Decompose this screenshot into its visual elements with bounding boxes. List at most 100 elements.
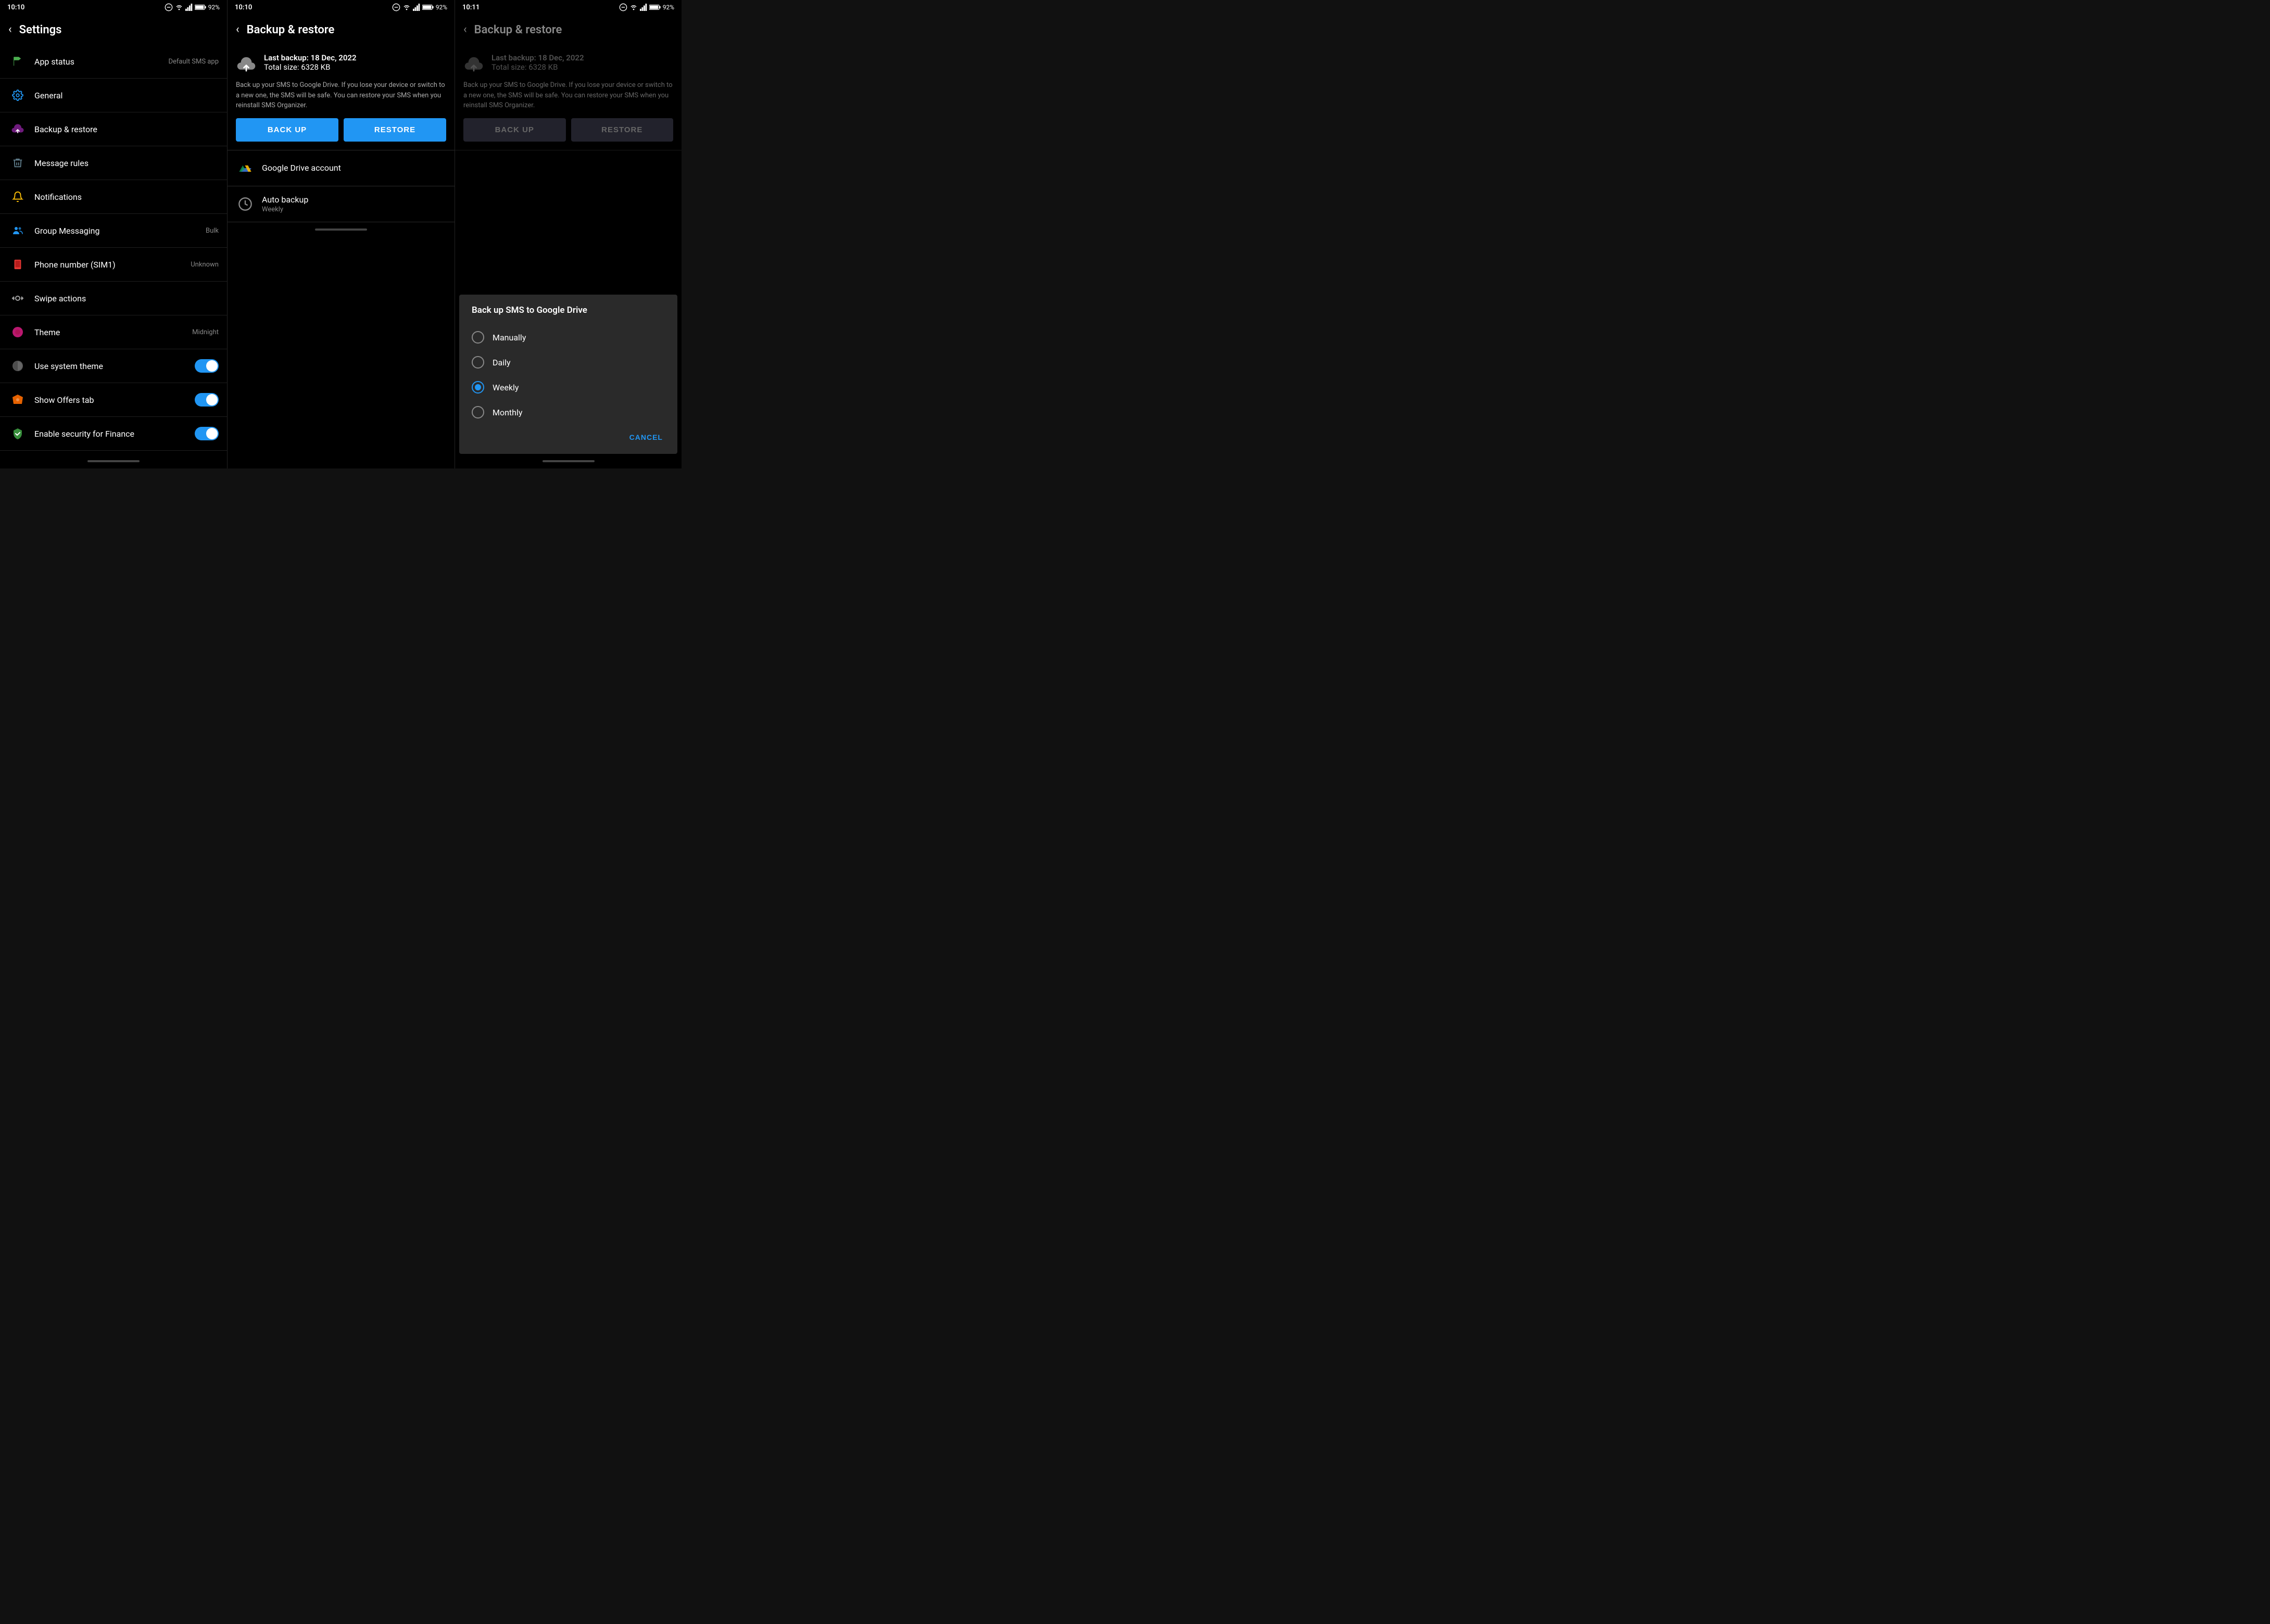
use-system-theme-toggle[interactable] xyxy=(195,359,219,373)
sidebar-item-phone-number[interactable]: Phone number (SIM1) Unknown xyxy=(0,248,227,282)
shield-icon xyxy=(8,424,27,443)
backup-restore-title-3: Backup & restore xyxy=(474,23,562,36)
backup-buttons-2: BACK UP RESTORE xyxy=(236,118,446,142)
group-messaging-badge: Bulk xyxy=(201,227,219,235)
signal-icon-2 xyxy=(413,4,420,11)
clock-icon xyxy=(236,195,255,213)
theme-icon xyxy=(8,323,27,341)
backup-restore-header-3: ‹ Backup & restore xyxy=(455,15,682,45)
backup-restore-title-2: Backup & restore xyxy=(247,23,335,36)
battery-text-1: 92% xyxy=(208,4,220,11)
backup-description-3: Back up your SMS to Google Drive. If you… xyxy=(463,80,673,111)
settings-title: Settings xyxy=(19,23,62,36)
time-2: 10:10 xyxy=(235,4,252,11)
sidebar-item-swipe-actions[interactable]: Swipe actions xyxy=(0,282,227,315)
total-size-3: Total size: 6328 KB xyxy=(491,62,673,72)
message-rules-label: Message rules xyxy=(34,158,219,168)
restore-button-3[interactable]: RESTORE xyxy=(571,118,674,142)
swipe-actions-label: Swipe actions xyxy=(34,294,219,303)
sidebar-item-show-offers-tab[interactable]: Show Offers tab xyxy=(0,383,227,417)
sidebar-item-use-system-theme[interactable]: Use system theme xyxy=(0,349,227,383)
status-icons-1: 92% xyxy=(165,3,220,11)
sidebar-item-general[interactable]: General xyxy=(0,79,227,112)
general-label: General xyxy=(34,91,219,100)
sidebar-item-message-rules[interactable]: Message rules xyxy=(0,146,227,180)
option-weekly[interactable]: Weekly xyxy=(472,375,665,400)
dnd-icon-3 xyxy=(619,3,627,11)
sidebar-item-theme[interactable]: Theme Midnight xyxy=(0,315,227,349)
home-indicator-3 xyxy=(455,454,682,468)
google-drive-label: Google Drive account xyxy=(262,163,341,173)
sidebar-item-backup-restore[interactable]: Backup & restore xyxy=(0,112,227,146)
backup-icon xyxy=(8,120,27,138)
half-circle-icon xyxy=(8,357,27,375)
trash-icon xyxy=(8,154,27,172)
dnd-icon-2 xyxy=(392,3,400,11)
cancel-button[interactable]: CANCEL xyxy=(627,429,665,446)
sidebar-item-group-messaging[interactable]: Group Messaging Bulk xyxy=(0,214,227,248)
sidebar-item-notifications[interactable]: Notifications xyxy=(0,180,227,214)
radio-manually[interactable] xyxy=(472,331,484,344)
wifi-icon-3 xyxy=(629,4,638,11)
radio-monthly[interactable] xyxy=(472,406,484,418)
backup-restore-dialog-panel: 10:11 92% ‹ Backup & restore xyxy=(455,0,682,468)
bell-icon xyxy=(8,187,27,206)
battery-icon-3 xyxy=(649,4,661,10)
settings-header: ‹ Settings xyxy=(0,15,227,45)
theme-label: Theme xyxy=(34,327,188,337)
option-monthly[interactable]: Monthly xyxy=(472,400,665,425)
gear-icon xyxy=(8,86,27,105)
phone-number-label: Phone number (SIM1) xyxy=(34,260,186,270)
backup-section-2: Last backup: 18 Dec, 2022 Total size: 63… xyxy=(228,45,455,150)
last-backup-3: Last backup: 18 Dec, 2022 xyxy=(491,53,673,62)
battery-icon-2 xyxy=(422,4,434,10)
auto-backup-section[interactable]: Auto backup Weekly xyxy=(228,186,455,222)
back-button-2[interactable]: ‹ xyxy=(236,24,239,35)
backup-button-3[interactable]: BACK UP xyxy=(463,118,566,142)
google-drive-section[interactable]: Google Drive account xyxy=(228,150,455,186)
flag-icon xyxy=(8,52,27,71)
phone-number-badge: Unknown xyxy=(186,261,219,269)
option-daily[interactable]: Daily xyxy=(472,350,665,375)
battery-text-3: 92% xyxy=(663,4,674,11)
wifi-icon xyxy=(175,4,183,11)
group-icon xyxy=(8,221,27,240)
time-3: 10:11 xyxy=(462,4,480,11)
sidebar-item-app-status[interactable]: App status Default SMS app xyxy=(0,45,227,79)
notifications-label: Notifications xyxy=(34,192,219,202)
option-weekly-label: Weekly xyxy=(493,383,519,392)
sidebar-item-enable-security[interactable]: Enable security for Finance xyxy=(0,417,227,451)
backup-button-2[interactable]: BACK UP xyxy=(236,118,338,142)
phone-icon xyxy=(8,255,27,274)
time-1: 10:10 xyxy=(7,4,24,11)
option-manually[interactable]: Manually xyxy=(472,325,665,350)
status-icons-3: 92% xyxy=(619,3,674,11)
home-indicator-2 xyxy=(228,222,455,237)
auto-backup-sub: Weekly xyxy=(262,206,308,213)
status-bar-2: 10:10 92% xyxy=(228,0,455,15)
battery-text-2: 92% xyxy=(436,4,447,11)
show-offers-toggle[interactable] xyxy=(195,393,219,407)
app-status-label: App status xyxy=(34,57,164,67)
back-button-3[interactable]: ‹ xyxy=(463,24,467,35)
theme-badge: Midnight xyxy=(188,328,219,336)
radio-daily[interactable] xyxy=(472,356,484,369)
enable-security-toggle[interactable] xyxy=(195,427,219,440)
backup-restore-label: Backup & restore xyxy=(34,124,219,134)
dnd-icon xyxy=(165,3,173,11)
backup-description-2: Back up your SMS to Google Drive. If you… xyxy=(236,80,446,111)
group-messaging-label: Group Messaging xyxy=(34,226,201,236)
google-drive-icon xyxy=(236,159,255,177)
last-backup-2: Last backup: 18 Dec, 2022 xyxy=(264,53,446,62)
radio-weekly[interactable] xyxy=(472,381,484,394)
dialog-actions: CANCEL xyxy=(472,429,665,450)
dialog-title: Back up SMS to Google Drive xyxy=(472,305,665,315)
back-button-1[interactable]: ‹ xyxy=(8,24,12,35)
settings-panel: 10:10 92% ‹ Settings xyxy=(0,0,227,468)
enable-security-label: Enable security for Finance xyxy=(34,429,195,439)
total-size-2: Total size: 6328 KB xyxy=(264,62,446,72)
app-status-badge: Default SMS app xyxy=(164,58,219,66)
restore-button-2[interactable]: RESTORE xyxy=(344,118,446,142)
backup-header-row-2: Last backup: 18 Dec, 2022 Total size: 63… xyxy=(236,53,446,75)
auto-backup-label: Auto backup xyxy=(262,195,308,205)
